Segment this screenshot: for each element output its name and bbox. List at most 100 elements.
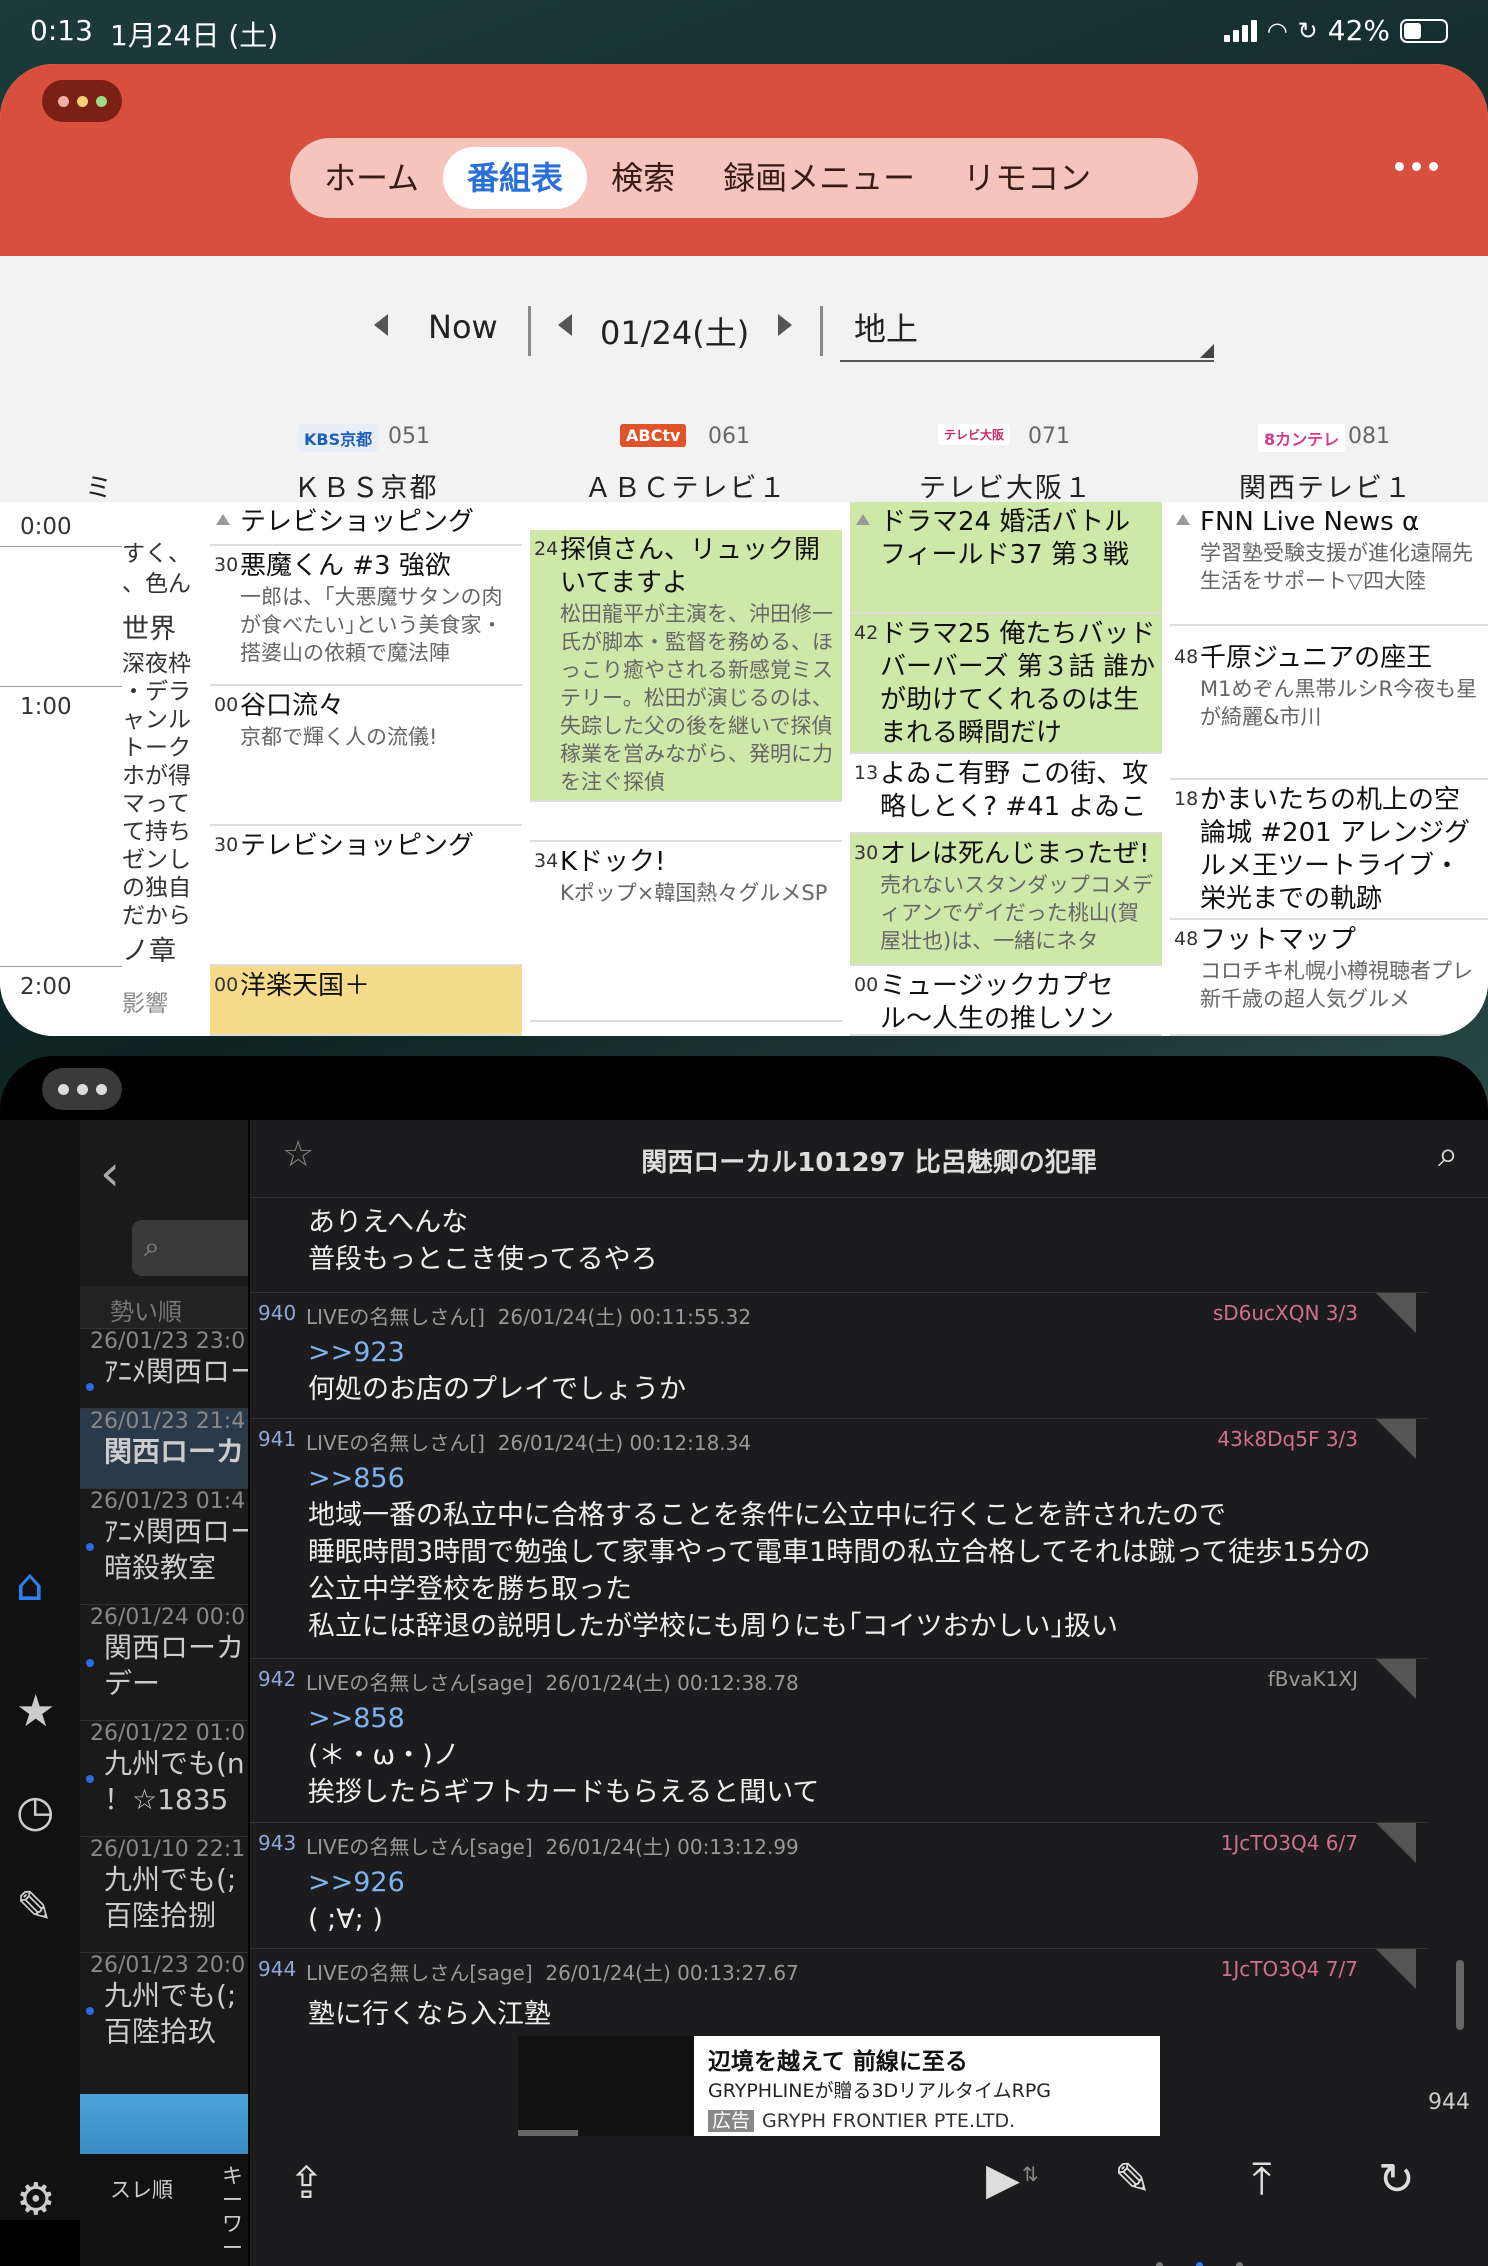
post-menu-corner-icon[interactable] <box>1376 1823 1416 1863</box>
search-box[interactable]: ⌕ <box>132 1220 248 1276</box>
refresh-icon[interactable]: ↻ <box>1378 2154 1415 2205</box>
thread-list-item[interactable]: 26/01/24 00:0 関西ローカ デー <box>80 1604 248 1720</box>
tab-guide[interactable]: 番組表 <box>443 147 588 209</box>
unread-dot <box>86 1543 94 1551</box>
program-cell[interactable]: 30 オレは死んじまったぜ! 売れないスタンダップコメディアンでゲイだった桃山(賀屋… <box>850 834 1162 966</box>
reply-anchor[interactable]: >>923 <box>308 1334 686 1371</box>
program-cell[interactable]: テレビショッピング <box>210 502 522 546</box>
post-body: >>926( ;∀; ) <box>308 1864 405 1938</box>
time-rule <box>0 546 122 547</box>
more-icon[interactable] <box>1395 162 1438 171</box>
unread-dot <box>86 2007 94 2015</box>
program-cell[interactable]: 00ミュージックカプセル〜人生の推しソング〜 <box>850 966 1162 1036</box>
date-next-icon[interactable] <box>778 314 792 336</box>
compose-icon[interactable]: ✎ <box>1114 2154 1151 2205</box>
cellular-signal-icon <box>1223 19 1257 42</box>
program-cell[interactable] <box>530 502 842 530</box>
channel-name: ＫＢＳ京都 <box>293 473 439 504</box>
program-cell[interactable]: 24 探偵さん、リュック開いてますよ 松田龍平が主演を、沖田修一氏が脚本・監督を務め… <box>530 530 842 802</box>
play-icon[interactable]: ▶ <box>986 2154 1020 2205</box>
channel-tvo[interactable]: テレビ大阪 071 テレビ大阪１ <box>846 410 1166 504</box>
channel-abc[interactable]: ABCtv 061 ＡＢＣテレビ１ <box>526 410 846 504</box>
channel-kbs[interactable]: KBS京都 051 ＫＢＳ京都 <box>206 410 526 504</box>
tab-remote[interactable]: リモコン <box>939 147 1115 209</box>
home-icon[interactable]: ⌂ <box>16 1560 44 1611</box>
program-cell[interactable]: 00 洋楽天国＋ <box>210 966 522 1036</box>
tab-recording-menu[interactable]: 録画メニュー <box>699 147 939 209</box>
search-icon: ⌕ <box>144 1230 160 1263</box>
channel-logo: テレビ大阪 <box>938 424 1011 445</box>
settings-gear-icon[interactable]: ⚙ <box>16 2174 55 2225</box>
share-icon[interactable]: ⇪ <box>288 2158 325 2209</box>
reply-anchor[interactable]: >>858 <box>308 1700 819 1737</box>
channel-name: 関西テレビ１ <box>1239 473 1413 504</box>
post-header[interactable]: 940 LIVEの名無しさん[] 26/01/24(土) 00:11:55.32 s… <box>250 1292 1428 1333</box>
sort-order[interactable]: 勢い順 <box>80 1286 248 1328</box>
post-body: >>923 何処のお店のプレイでしょうか <box>308 1334 686 1408</box>
time-rule <box>0 966 122 967</box>
source-select[interactable]: 地上 <box>840 296 1214 362</box>
thread-list-item[interactable]: 26/01/22 01:0 九州でも(n ！☆1835 <box>80 1720 248 1836</box>
now-button[interactable]: Now <box>428 308 498 346</box>
program-cell[interactable]: 18 かまいたちの机上の空論城 #201 アレンジグルメ王ツートライブ・栄光までの… <box>1170 780 1488 920</box>
scrollbar[interactable] <box>1456 1960 1464 2030</box>
channel-number: 051 <box>388 424 430 449</box>
program-cell[interactable] <box>530 802 842 842</box>
window-controls[interactable] <box>42 1068 122 1110</box>
post-menu-corner-icon[interactable] <box>1376 1293 1416 1333</box>
thread-list-item[interactable]: 26/01/23 01:4 ｱﾆﾒ関西ロー 暗殺教室 <box>80 1488 248 1604</box>
nav-rail: ⌂ ★ ◷ ✎ ⚙ <box>0 1120 80 2225</box>
program-cell[interactable]: 00 谷口流々 京都で輝く人の流儀! <box>210 686 522 826</box>
post-header[interactable]: 944 LIVEの名無しさん[sage] 26/01/24(土) 00:13:27… <box>250 1948 1428 1989</box>
program-cell[interactable]: 48 千原ジュニアの座王 M1めぞん黒帯ルシR今夜も星が綺麗&市川 <box>1170 638 1488 780</box>
post-menu-corner-icon[interactable] <box>1376 1949 1416 1989</box>
date-label[interactable]: 01/24(土) <box>600 308 749 354</box>
post-menu-corner-icon[interactable] <box>1376 1419 1416 1459</box>
history-icon[interactable]: ◷ <box>16 1786 54 1837</box>
tab-home[interactable]: ホーム <box>300 147 443 209</box>
continued-icon <box>216 514 230 525</box>
bbs-window: ⌂ ★ ◷ ✎ ⚙ ‹ ⌕ 勢い順 26/01/23 23:0 ｱﾆﾒ関西ロー 2… <box>0 1056 1488 2266</box>
play-options-icon[interactable]: ⇅ <box>1022 2162 1039 2186</box>
scroll-top-icon[interactable]: ⤒ <box>1252 2154 1271 2205</box>
thread-list-item[interactable]: 26/01/23 23:0 ｱﾆﾒ関西ロー <box>80 1328 248 1408</box>
compose-icon[interactable]: ✎ <box>16 1882 53 1933</box>
banner-ad[interactable]: 辺境を越えて 前線に至る GRYPHLINEが贈る3DリアルタイムRPG 広告 G… <box>518 2036 1160 2136</box>
back-chevron-icon[interactable]: ‹ <box>100 1144 120 1202</box>
sidebar-tabbar: スレ順 キー ワー <box>80 2154 248 2266</box>
thread-list-item[interactable]: 26/01/23 20:0 九州でも(; 百陸拾玖 <box>80 1952 248 2068</box>
program-cell[interactable]: 30 テレビショッピング <box>210 826 522 966</box>
reply-anchor[interactable]: >>926 <box>308 1864 405 1901</box>
app-header: ホーム 番組表 検索 録画メニュー リモコン <box>0 64 1488 256</box>
program-cell[interactable]: 42 ドラマ25 俺たちバッドバーバーズ 第３話 誰かが助けてくれるのは生まれる瞬… <box>850 614 1162 754</box>
tab-search[interactable]: 検索 <box>587 147 699 209</box>
search-icon[interactable]: ⌕ <box>1438 1134 1458 1176</box>
post-header[interactable]: 943 LIVEの名無しさん[sage] 26/01/24(土) 00:13:12… <box>250 1822 1428 1863</box>
channel-logo: ABCtv <box>620 424 687 447</box>
program-cell[interactable]: FNN Live News α 学習塾受験支援が進化遠隔先生活をサポート▽四大陸 <box>1170 502 1488 626</box>
program-cell[interactable]: 48 フットマップ コロチキ札幌小樽視聴者プレ新千歳の超人気グルメ <box>1170 920 1488 1036</box>
post-menu-corner-icon[interactable] <box>1376 1659 1416 1699</box>
date-prev-icon[interactable] <box>558 314 572 336</box>
tab-thread-order[interactable]: スレ順 <box>110 2174 173 2204</box>
channel-ktv[interactable]: 8カンテレ 081 関西テレビ１ <box>1166 410 1486 504</box>
tab-keyword[interactable]: キー ワー <box>222 2164 252 2260</box>
program-cell[interactable]: 13 よゐこ有野 この街、攻略しとく? #41 よゐこ <box>850 754 1162 834</box>
program-cell[interactable]: ドラマ24 婚活バトルフィールド37 第３戦 <box>850 502 1162 614</box>
program-cell[interactable]: 34 Kドック! Kポップ×韓国熱々グルメSP <box>530 842 842 1022</box>
page-dot <box>1156 2262 1163 2266</box>
thread-list-item[interactable]: 26/01/10 22:1 九州でも(; 百陸拾捌 <box>80 1836 248 1952</box>
rotation-lock-icon: ↻ <box>1297 16 1318 45</box>
channel-number: 081 <box>1348 424 1390 449</box>
thread-title: 関西ローカル101297 比呂魅卿の犯罪 <box>641 1148 1097 1178</box>
post-header[interactable]: 942 LIVEの名無しさん[sage] 26/01/24(土) 00:12:38… <box>250 1658 1428 1699</box>
post-header[interactable]: 941 LIVEの名無しさん[] 26/01/24(土) 00:12:18.34 4… <box>250 1418 1428 1459</box>
bottom-toolbar: ⇪ ▶ ⇅ ✎ ⤒ ↻ <box>250 2136 1488 2266</box>
program-cell[interactable]: 30 悪魔くん #3 強欲 一郎は、｢大悪魔サタンの肉が食べたい｣という美食家・搭婆… <box>210 546 522 686</box>
now-prev-icon[interactable] <box>374 314 388 336</box>
window-controls[interactable] <box>42 80 122 122</box>
reply-anchor[interactable]: >>856 <box>308 1460 1371 1497</box>
thread-list-item[interactable]: 26/01/23 21:4 関西ローカ <box>80 1408 248 1488</box>
star-icon[interactable]: ★ <box>16 1686 55 1737</box>
post-list[interactable]: ありえへんな 普段もっとこき使ってるやろ 940 LIVEの名無しさん[] 26/0… <box>250 1198 1428 2158</box>
